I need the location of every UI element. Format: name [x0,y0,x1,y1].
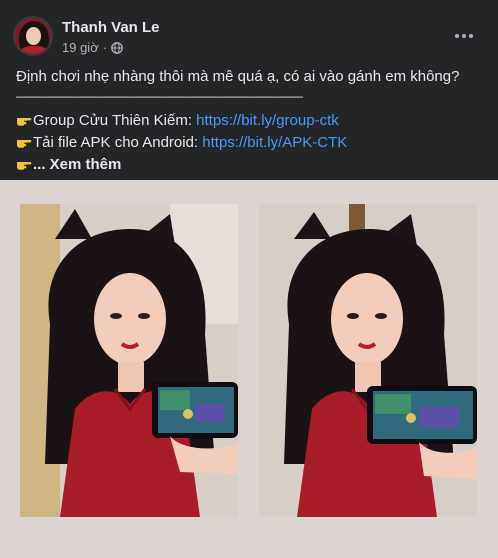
author-name[interactable]: Thanh Van Le [62,19,160,36]
apk-link-line: Tải file APK cho Android: https://bit.ly… [16,132,486,154]
photo-image [259,204,477,517]
post-caption: Định chơi nhẹ nhàng thôi mà mê quá ạ, có… [16,68,460,85]
pointing-hand-icon [17,140,32,148]
post-header: Thanh Van Le 19 giờ · [0,0,498,62]
see-more-prefix: ... [33,156,50,173]
pointing-hand-icon [17,162,32,170]
see-more-line: ... Xem thêm [16,154,486,176]
post-photo-2[interactable] [259,204,477,517]
see-more-button[interactable]: Xem thêm [50,156,122,173]
post-photo-1[interactable] [20,204,238,517]
globe-icon [111,41,123,54]
post-text: Định chơi nhẹ nhàng thôi mà mê quá ạ, có… [16,66,486,176]
more-options-button[interactable] [446,22,482,50]
more-options-icon [455,34,459,38]
apk-link-label: Tải file APK cho Android: [33,134,203,151]
apk-link[interactable]: https://bit.ly/APK-CTK [202,134,347,151]
text-divider: —————————————————————————— [16,89,303,103]
group-link-line: Group Cửu Thiên Kiếm: https://bit.ly/gro… [16,110,486,132]
facebook-post: Thanh Van Le 19 giờ · Định chơi nhẹ nhàn… [0,0,498,558]
post-media [0,180,498,558]
photo-image [20,204,238,517]
avatar[interactable] [13,16,53,56]
meta-separator: · [102,40,108,55]
group-link[interactable]: https://bit.ly/group-ctk [196,112,339,129]
post-meta: 19 giờ · [62,40,123,55]
post-time[interactable]: 19 giờ [62,40,99,55]
pointing-hand-icon [17,118,32,126]
group-link-label: Group Cửu Thiên Kiếm: [33,112,197,129]
